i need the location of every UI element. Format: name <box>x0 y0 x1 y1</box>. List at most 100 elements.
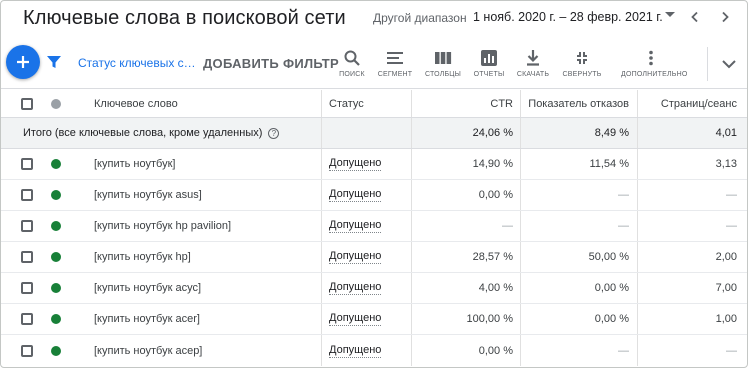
row-checkbox[interactable] <box>21 158 33 170</box>
pages-per-session-cell: 3,13 <box>715 158 737 170</box>
more-label: ДОПОЛНИТЕЛЬНО <box>621 71 688 78</box>
keyword-cell[interactable]: [купить ноутбук] <box>94 149 175 179</box>
status-dot-enabled <box>51 345 61 356</box>
keyword-cell[interactable]: [купить ноутбук hp pavilion] <box>94 211 231 241</box>
chevron-right-icon <box>722 11 729 23</box>
total-ctr: 24,06 % <box>472 127 513 139</box>
table-toolbar: Статус ключевых с… ДОБАВИТЬ ФИЛЬТР ПОИСК… <box>1 39 747 89</box>
row-checkbox[interactable] <box>21 344 33 357</box>
chevron-down-icon[interactable] <box>720 57 738 71</box>
ctr-cell: 14,90 % <box>472 158 513 170</box>
status-dot-enabled <box>51 190 61 200</box>
keyword-cell[interactable]: [купить ноутбук hp] <box>94 242 191 272</box>
bounce-rate-cell: 50,00 % <box>588 251 629 263</box>
pages-per-session-cell: — <box>726 189 737 201</box>
total-row-label-cell: Итого (все ключевые слова, кроме удаленн… <box>23 118 280 148</box>
previous-period-button[interactable] <box>685 7 705 27</box>
collapse-button[interactable]: СВЕРНУТЬ <box>552 47 612 83</box>
more-button[interactable]: ДОПОЛНИТЕЛЬНО <box>621 47 688 83</box>
status-dot-enabled <box>51 159 61 169</box>
date-range-value[interactable]: 1 нояб. 2020 г. – 28 февр. 2021 г. <box>473 10 663 24</box>
date-range-dropdown-icon[interactable] <box>665 12 675 17</box>
collapse-label: СВЕРНУТЬ <box>562 71 602 78</box>
ctr-cell: 28,57 % <box>472 251 513 263</box>
ctr-cell: 4,00 % <box>478 282 513 294</box>
bounce-rate-cell: — <box>618 220 629 232</box>
keyword-cell[interactable]: [купить ноутбук асер] <box>94 335 202 366</box>
download-icon <box>527 50 539 66</box>
bounce-rate-cell: 0,00 % <box>594 313 629 325</box>
table-total-row: Итого (все ключевые слова, кроме удаленн… <box>1 118 747 149</box>
status-cell[interactable]: Допущено <box>329 157 382 171</box>
status-dot-enabled <box>51 314 61 324</box>
status-dot-enabled <box>51 283 61 293</box>
row-checkbox[interactable] <box>21 313 33 325</box>
table-header-row: Ключевое слово Статус CTR Показатель отк… <box>1 90 747 118</box>
bounce-rate-cell: — <box>618 189 629 201</box>
table-row[interactable]: [купить ноутбук асус] Допущено 4,00 % 0,… <box>1 273 747 304</box>
status-filter-chip[interactable]: Статус ключевых с… <box>78 56 196 70</box>
more-vert-icon <box>649 50 653 66</box>
bounce-rate-cell: 0,00 % <box>594 282 629 294</box>
row-checkbox[interactable] <box>21 189 33 201</box>
ctr-cell: 0,00 % <box>478 344 513 357</box>
ctr-cell: 0,00 % <box>478 189 513 201</box>
table-row[interactable]: [купить ноутбук] Допущено 14,90 % 11,54 … <box>1 149 747 180</box>
total-pages-per-session: 4,01 <box>715 127 737 139</box>
column-header-pages-per-session[interactable]: Страниц/сеанс <box>637 90 737 117</box>
row-checkbox[interactable] <box>21 220 33 232</box>
pages-per-session-cell: 1,00 <box>715 313 737 325</box>
table-row[interactable]: [купить ноутбук hp] Допущено 28,57 % 50,… <box>1 242 747 273</box>
add-filter-button[interactable]: ДОБАВИТЬ ФИЛЬТР <box>203 56 339 71</box>
status-cell[interactable]: Допущено <box>329 250 382 264</box>
date-range-label: Другой диапазон <box>373 11 467 25</box>
next-period-button[interactable] <box>715 7 735 27</box>
segment-icon <box>387 52 403 64</box>
toolbar-divider <box>707 47 708 81</box>
status-dot-enabled <box>51 221 61 231</box>
total-row-label: Итого (все ключевые слова, кроме удаленн… <box>23 127 263 139</box>
column-header-ctr[interactable]: CTR <box>413 90 513 117</box>
status-cell[interactable]: Допущено <box>329 312 382 326</box>
table-row[interactable]: [купить ноутбук hp pavilion] Допущено — … <box>1 211 747 242</box>
reports-icon <box>481 50 497 66</box>
ctr-cell: 100,00 % <box>466 313 513 325</box>
help-icon[interactable]: ? <box>268 127 280 139</box>
search-icon <box>344 50 360 66</box>
keywords-panel: Ключевые слова в поисковой сети Другой д… <box>0 0 748 368</box>
pages-per-session-cell: 2,00 <box>715 251 737 263</box>
status-header-icon <box>51 98 61 109</box>
table-row[interactable]: [купить ноутбук asus] Допущено 0,00 % — … <box>1 180 747 211</box>
pages-per-session-cell: 7,00 <box>715 282 737 294</box>
page-header: Ключевые слова в поисковой сети Другой д… <box>1 1 747 35</box>
column-header-bounce-rate[interactable]: Показатель отказов <box>521 90 629 117</box>
status-cell[interactable]: Допущено <box>329 344 382 358</box>
bounce-rate-cell: — <box>618 344 629 357</box>
ctr-cell: — <box>502 220 513 232</box>
row-checkbox[interactable] <box>21 282 33 294</box>
add-keyword-button[interactable] <box>6 45 40 79</box>
table-row[interactable]: [купить ноутбук acer] Допущено 100,00 % … <box>1 304 747 335</box>
total-bounce-rate: 8,49 % <box>594 127 629 139</box>
collapse-icon <box>577 52 587 64</box>
filter-icon[interactable] <box>46 54 62 70</box>
status-cell[interactable]: Допущено <box>329 188 382 202</box>
column-header-keyword[interactable]: Ключевое слово <box>94 90 178 117</box>
status-dot-enabled <box>51 252 61 262</box>
select-all-checkbox[interactable] <box>21 97 33 110</box>
row-checkbox[interactable] <box>21 251 33 263</box>
keyword-cell[interactable]: [купить ноутбук acer] <box>94 304 200 334</box>
status-cell[interactable]: Допущено <box>329 219 382 233</box>
page-title: Ключевые слова в поисковой сети <box>23 7 346 29</box>
keyword-cell[interactable]: [купить ноутбук asus] <box>94 180 202 210</box>
pages-per-session-cell: — <box>726 344 737 357</box>
status-cell[interactable]: Допущено <box>329 281 382 295</box>
keyword-cell[interactable]: [купить ноутбук асус] <box>94 273 201 303</box>
pages-per-session-cell: — <box>726 220 737 232</box>
columns-icon <box>435 52 452 64</box>
table-row[interactable]: [купить ноутбук асер] Допущено 0,00 % — … <box>1 335 747 366</box>
plus-icon <box>17 56 29 68</box>
column-header-status[interactable]: Статус <box>329 90 364 117</box>
bounce-rate-cell: 11,54 % <box>589 158 629 170</box>
chevron-left-icon <box>691 11 698 23</box>
